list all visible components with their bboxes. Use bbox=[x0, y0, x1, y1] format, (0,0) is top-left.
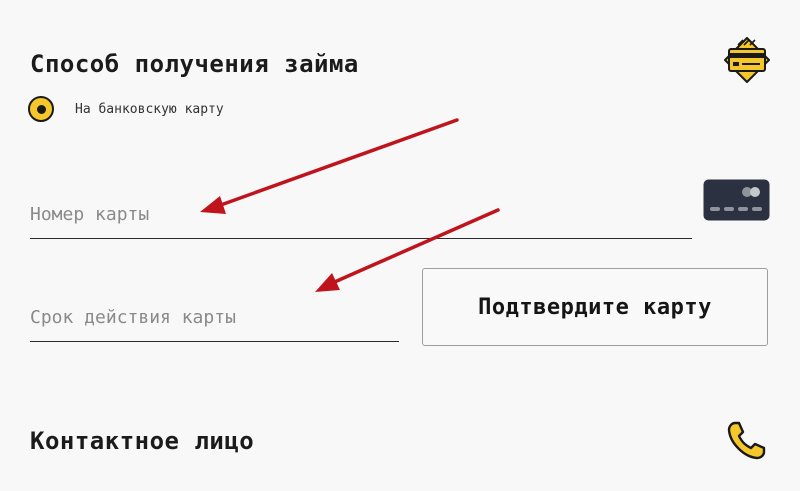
confirm-card-button[interactable]: Подтвердите карту bbox=[422, 268, 768, 346]
card-expiry-field bbox=[30, 299, 399, 342]
radio-selected-dot bbox=[36, 104, 46, 114]
contact-person-title: Контактное лицо bbox=[30, 427, 255, 455]
card-number-input[interactable] bbox=[30, 196, 692, 232]
bank-card-radio[interactable] bbox=[28, 96, 54, 122]
bank-card-option-label: На банковскую карту bbox=[75, 101, 224, 117]
credit-card-banner-icon bbox=[724, 37, 770, 83]
phone-icon bbox=[726, 419, 768, 461]
bank-card-option[interactable]: На банковскую карту bbox=[28, 95, 224, 123]
loan-method-title: Способ получения займа bbox=[30, 50, 359, 78]
card-expiry-input[interactable] bbox=[30, 299, 399, 335]
card-number-field bbox=[30, 196, 692, 239]
credit-card-icon bbox=[703, 179, 770, 221]
